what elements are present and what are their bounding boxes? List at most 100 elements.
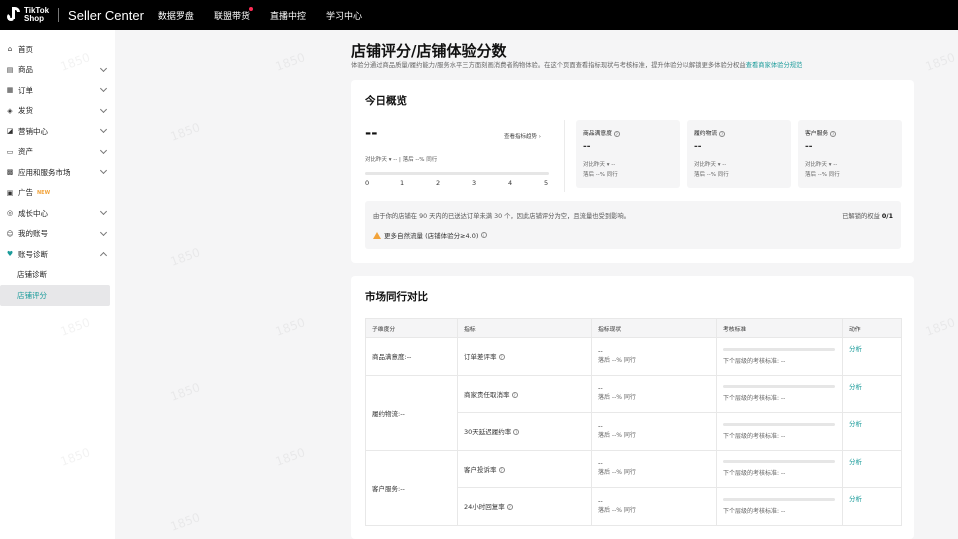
sidebar-item-shipping[interactable]: ◈ 发货 (0, 101, 115, 122)
sidebar-item-account[interactable]: ☺ 我的账号 (0, 224, 115, 245)
dimension-cell: 履约物流:-- (365, 374, 458, 451)
seller-center-title: Seller Center (68, 7, 144, 23)
growth-icon: ◎ (6, 209, 14, 218)
standard-cell: 下个层级的考核标准: -- (716, 374, 843, 413)
chevron-down-icon (99, 228, 108, 236)
notification-dot (248, 6, 253, 11)
standard-cell: 下个层级的考核标准: -- (716, 487, 843, 526)
info-icon[interactable]: ? (498, 354, 505, 361)
sidebar-item-home[interactable]: ⌂ 首页 (0, 39, 115, 60)
metric-fulfillment[interactable]: 履约物流 ? -- 对比昨天 ▾ -- 落后 --% 同行 (687, 120, 791, 188)
metric-cell: 24小时回复率 ? (457, 487, 592, 526)
metric-cell: 商家责任取消率 ? (457, 374, 592, 413)
info-icon[interactable]: i (480, 232, 487, 238)
metric-cell: 客户投诉率 ? (457, 449, 592, 488)
watermark: 1850 (273, 445, 308, 469)
dimension-cell: 商品满意度:-- (365, 337, 458, 376)
page-description: 体验分通过商品质量/履约能力/服务水平三方面刻画消费者购物体验。在这个页面查看指… (351, 62, 803, 69)
scale-label: 0 (365, 179, 370, 187)
product-icon: ▤ (6, 65, 14, 74)
standard-cell: 下个层级的考核标准: -- (716, 412, 843, 451)
notice-text: 由于你的店铺在 90 天内的已送达订单未满 30 个，因此店铺评分为空，且流量也… (373, 213, 631, 220)
chevron-down-icon (99, 105, 108, 113)
warning-icon (373, 231, 381, 239)
score-notice: 由于你的店铺在 90 天内的已送达订单未满 30 个，因此店铺评分为空，且流量也… (365, 201, 901, 249)
market-comparison-card: 市场同行对比 子维度分 指标 指标现状 考核标准 动作 商品满意度:-- 订单差… (351, 276, 914, 539)
info-icon[interactable]: ? (513, 429, 520, 436)
action-cell: 分析 (842, 412, 902, 451)
metric-cell: 订单差评率 ? (457, 337, 592, 376)
status-cell: -- 落后 --% 同行 (591, 449, 717, 488)
analyze-link[interactable]: 分析 (849, 495, 862, 503)
view-trend-link[interactable]: 查看指标趋势 › (504, 132, 541, 140)
page-title: 店铺评分/店铺体验分数 (351, 42, 507, 60)
sidebar-item-app-market[interactable]: ▩ 应用和服务市场 (0, 162, 115, 183)
tiktok-shop-logo[interactable]: TikTok Shop Seller Center (6, 0, 144, 30)
comparison-table: 子维度分 指标 指标现状 考核标准 动作 商品满意度:-- 订单差评率 ? --… (365, 318, 902, 526)
table-row: 客户服务:-- 客户投诉率 ? -- 落后 --% 同行 下个层级的考核标准: -… (365, 449, 902, 526)
user-icon: ☺ (6, 229, 14, 238)
shipping-icon: ◈ (7, 106, 13, 115)
sidebar-item-marketing[interactable]: ◪ 营销中心 (0, 121, 115, 142)
analyze-link[interactable]: 分析 (849, 420, 862, 428)
metric-product-satisfaction[interactable]: 商品满意度 ? -- 对比昨天 ▾ -- 落后 --% 同行 (576, 120, 680, 188)
chevron-down-icon (99, 146, 108, 154)
analyze-link[interactable]: 分析 (849, 345, 862, 353)
scale-label: 3 (472, 179, 477, 187)
new-badge: NEW (37, 189, 51, 196)
watermark: 1850 (168, 120, 203, 144)
action-cell: 分析 (842, 374, 902, 413)
info-icon[interactable]: ? (506, 504, 513, 511)
sidebar-item-products[interactable]: ▤ 商品 (0, 60, 115, 81)
analyze-link[interactable]: 分析 (849, 458, 862, 466)
wallet-icon: ▭ (6, 147, 14, 156)
nav-affiliate[interactable]: 联盟带货 (214, 6, 253, 22)
logo-divider (58, 8, 60, 22)
score-scale-labels: 0 1 2 3 4 5 (365, 179, 549, 189)
today-overview-card: 今日概览 -- 查看指标趋势 › 对比昨天 ▾ -- | 落后 --% 同行 0… (351, 80, 914, 263)
analyze-link[interactable]: 分析 (849, 383, 862, 391)
nav-data-compass[interactable]: 数据罗盘 (158, 9, 194, 22)
chevron-down-icon (99, 207, 108, 216)
chevron-down-icon (99, 125, 108, 134)
chevron-down-icon (99, 166, 108, 175)
watermark: 1850 (273, 315, 308, 339)
sidebar-item-ads[interactable]: ▣ 广告 NEW (0, 183, 115, 204)
info-icon[interactable]: ? (830, 130, 837, 137)
standard-bar (723, 497, 835, 501)
tiktok-logo-icon (6, 6, 22, 24)
overview-divider (564, 120, 565, 192)
score-scale-bar (365, 172, 549, 175)
overview-title: 今日概览 (365, 95, 407, 107)
sidebar-item-diagnosis[interactable]: ♥ 账号诊断 (0, 244, 115, 265)
overall-score: -- (365, 124, 378, 142)
heart-icon: ♥ (6, 250, 14, 259)
status-cell: -- 落后 --% 同行 (591, 487, 717, 526)
info-icon[interactable]: ? (511, 391, 518, 398)
unlocked-benefits: 已解锁的权益 0/1 (842, 213, 893, 220)
home-icon: ⌂ (7, 45, 13, 54)
sidebar-item-assets[interactable]: ▭ 资产 (0, 142, 115, 163)
nav-live-control[interactable]: 直播中控 (270, 9, 306, 22)
sidebar-subitem-shop-diagnosis[interactable]: 店铺诊断 (0, 265, 115, 286)
info-icon[interactable]: ? (498, 466, 505, 473)
column-header: 动作 (842, 318, 902, 338)
metric-cell: 30天延迟履约率 ? (457, 412, 592, 451)
metric-customer-service[interactable]: 客户服务 ? -- 对比昨天 ▾ -- 落后 --% 同行 (798, 120, 902, 188)
experience-rules-link[interactable]: 查看商家体验分规范 (746, 62, 803, 69)
sidebar-item-growth[interactable]: ◎ 成长中心 (0, 203, 115, 224)
sidebar-item-orders[interactable]: ▦ 订单 (0, 80, 115, 101)
standard-bar (723, 422, 835, 426)
action-cell: 分析 (842, 337, 902, 376)
info-icon[interactable]: ? (613, 130, 620, 137)
info-icon[interactable]: ? (719, 130, 726, 137)
column-header: 指标现状 (591, 318, 717, 338)
action-cell: 分析 (842, 449, 902, 488)
sidebar-subitem-shop-score[interactable]: 店铺评分 (0, 285, 110, 306)
scale-label: 5 (544, 179, 549, 187)
watermark: 1850 (168, 380, 203, 404)
standard-bar (723, 385, 835, 389)
column-header: 子维度分 (365, 318, 458, 338)
nav-learning-center[interactable]: 学习中心 (326, 9, 362, 22)
status-cell: -- 落后 --% 同行 (591, 337, 717, 376)
